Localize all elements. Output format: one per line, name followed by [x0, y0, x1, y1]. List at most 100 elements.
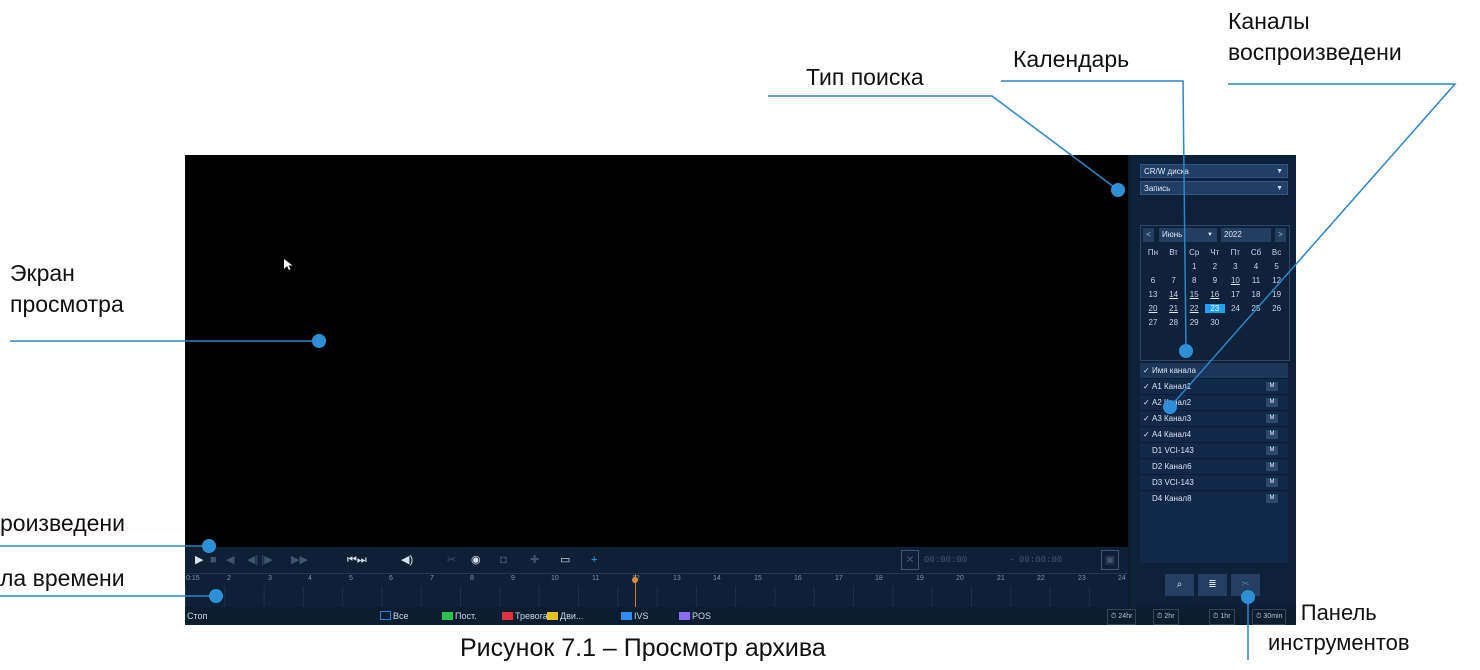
calendar-day-24[interactable]: 24	[1225, 304, 1245, 313]
prev-next-icon[interactable]: ⏮⏭	[347, 547, 367, 573]
calendar-day-7[interactable]: 7	[1164, 276, 1184, 285]
channel-row[interactable]: D1 VCI-143 M	[1140, 443, 1288, 459]
channel-mode-badge[interactable]: M	[1266, 478, 1278, 487]
calendar-day-30[interactable]: 30	[1205, 318, 1225, 327]
channel-row[interactable]: D3 VCI-143 M	[1140, 475, 1288, 491]
speed-icon[interactable]: ▶▶	[291, 547, 308, 573]
timeline-tick-label: 22	[1037, 575, 1045, 582]
play-icon[interactable]: ▶	[195, 547, 203, 573]
calendar-day-17[interactable]: 17	[1225, 290, 1245, 299]
clip-icon[interactable]: ✂	[447, 547, 456, 573]
stop-icon[interactable]: ■	[210, 547, 217, 573]
calendar-day-3[interactable]: 3	[1225, 262, 1245, 271]
clip-time-separator: -	[1009, 555, 1015, 565]
timeline-tick-label: 5	[349, 575, 353, 582]
calendar-day-13[interactable]: 13	[1143, 290, 1163, 299]
calendar-day-11[interactable]: 11	[1246, 276, 1266, 285]
calendar-day-21[interactable]: 21	[1164, 304, 1184, 313]
calendar-day-4[interactable]: 4	[1246, 262, 1266, 271]
range-24hr-button[interactable]: ⏱ 24hr	[1107, 609, 1137, 625]
filter-pos-swatch	[679, 612, 690, 620]
prev-month-button[interactable]: <	[1143, 228, 1154, 242]
channel-mode-badge[interactable]: M	[1266, 414, 1278, 423]
clip-start-icon[interactable]: ✕	[901, 550, 919, 570]
record-type-select[interactable]: Запись ▼	[1140, 181, 1288, 195]
check-icon: ✓	[1143, 414, 1150, 423]
play-backward-icon[interactable]: ◀	[226, 547, 234, 573]
calendar-day-9[interactable]: 9	[1205, 276, 1225, 285]
timeline-tick-label: 7	[430, 575, 434, 582]
calendar: < Июнь ▼ 2022 > Пн Вт Ср Чт Пт Сб Вс 1 2 3 4 5 6 7 8 9 1…	[1140, 225, 1290, 361]
calendar-day-14[interactable]: 14	[1164, 290, 1184, 299]
search-tool-icon[interactable]: ⌕	[1165, 574, 1194, 596]
smart-search-icon[interactable]: ▭	[560, 547, 570, 573]
timeline-tick-label: 18	[875, 575, 883, 582]
timeline-tick-label: 9	[511, 575, 515, 582]
timeline[interactable]: 0:15234567891011121314151617181920212223…	[185, 573, 1128, 608]
filter-motion[interactable]: Дви...	[547, 607, 583, 625]
range-2hr-button[interactable]: ⏱ 2hr	[1153, 609, 1179, 625]
calendar-day-8[interactable]: 8	[1184, 276, 1204, 285]
clip-tool-icon[interactable]: ✂	[1231, 574, 1260, 596]
fisheye-icon[interactable]: ◉	[471, 547, 481, 573]
timeline-marker-handle[interactable]	[632, 577, 638, 583]
channel-mode-badge[interactable]: M	[1266, 382, 1278, 391]
channel-row[interactable]: ✓ A2 Канал2 M	[1140, 395, 1288, 411]
calendar-day-29[interactable]: 29	[1184, 318, 1204, 327]
channel-row[interactable]: ✓ A3 Канал3 M	[1140, 411, 1288, 427]
calendar-day-2[interactable]: 2	[1205, 262, 1225, 271]
year-select[interactable]: 2022	[1221, 228, 1271, 242]
calendar-day-20[interactable]: 20	[1143, 304, 1163, 313]
channel-row[interactable]: ✓ A1 Канал1 M	[1140, 379, 1288, 395]
month-select[interactable]: Июнь ▼	[1159, 228, 1217, 242]
filter-continuous[interactable]: Пост.	[442, 607, 477, 625]
calendar-day-16[interactable]: 16	[1205, 290, 1225, 299]
snapshot-icon[interactable]: ◘	[500, 547, 507, 573]
channel-mode-badge[interactable]: M	[1266, 462, 1278, 471]
calendar-day-27[interactable]: 27	[1143, 318, 1163, 327]
calendar-day-12[interactable]: 12	[1267, 276, 1287, 285]
channel-mode-badge[interactable]: M	[1266, 446, 1278, 455]
calendar-day-19[interactable]: 19	[1267, 290, 1287, 299]
timeline-tick-label: 2	[227, 575, 231, 582]
save-clip-icon[interactable]: ▣	[1101, 550, 1119, 570]
filter-ivs[interactable]: IVS	[621, 607, 649, 625]
calendar-day-22[interactable]: 22	[1184, 304, 1204, 313]
calendar-day-26[interactable]: 26	[1267, 304, 1287, 313]
calendar-day-28[interactable]: 28	[1164, 318, 1184, 327]
calendar-day-10[interactable]: 10	[1225, 276, 1245, 285]
calendar-day-5[interactable]: 5	[1267, 262, 1287, 271]
filter-motion-swatch	[547, 612, 558, 620]
filter-alarm[interactable]: Тревога	[502, 607, 548, 625]
calendar-day-25[interactable]: 25	[1246, 304, 1266, 313]
channel-row[interactable]: ✓ A4 Канал4 M	[1140, 427, 1288, 443]
calendar-day-6[interactable]: 6	[1143, 276, 1163, 285]
timeline-tick-label: 10	[551, 575, 559, 582]
calendar-day-18[interactable]: 18	[1246, 290, 1266, 299]
timeline-tick-label: 13	[673, 575, 681, 582]
filter-pos[interactable]: POS	[679, 607, 711, 625]
add-mark-icon[interactable]: +	[591, 547, 597, 573]
volume-icon[interactable]: ◀)	[401, 547, 413, 573]
channel-mode-badge[interactable]: M	[1266, 494, 1278, 503]
view-screen[interactable]	[185, 155, 1128, 547]
list-tool-icon[interactable]: ≣	[1198, 574, 1227, 596]
channel-row[interactable]: D2 Канал6 M	[1140, 459, 1288, 475]
channel-mode-badge[interactable]: M	[1266, 398, 1278, 407]
range-30min-button[interactable]: ⏱ 30min	[1252, 609, 1287, 625]
frame-step-icon[interactable]: ◀| |▶	[247, 547, 273, 573]
search-type-select[interactable]: CR/W диска ▼	[1140, 164, 1288, 178]
next-month-button[interactable]: >	[1275, 228, 1286, 242]
channel-list-header[interactable]: ✓ Имя канала	[1140, 363, 1288, 379]
range-1hr-button[interactable]: ⏱ 1hr	[1209, 609, 1235, 625]
check-icon: ✓	[1143, 366, 1150, 375]
tag-icon[interactable]: ✚	[530, 547, 539, 573]
calendar-day-23[interactable]: 23	[1204, 304, 1225, 313]
timeline-tick-label: 23	[1078, 575, 1086, 582]
filter-all[interactable]: Все	[380, 607, 409, 625]
channel-mode-badge[interactable]: M	[1266, 430, 1278, 439]
channel-list-empty-area	[1140, 505, 1288, 563]
calendar-day-1[interactable]: 1	[1184, 262, 1204, 271]
calendar-day-15[interactable]: 15	[1184, 290, 1204, 299]
timeline-ticks: 0:15234567891011121314151617181920212223…	[185, 574, 1128, 586]
